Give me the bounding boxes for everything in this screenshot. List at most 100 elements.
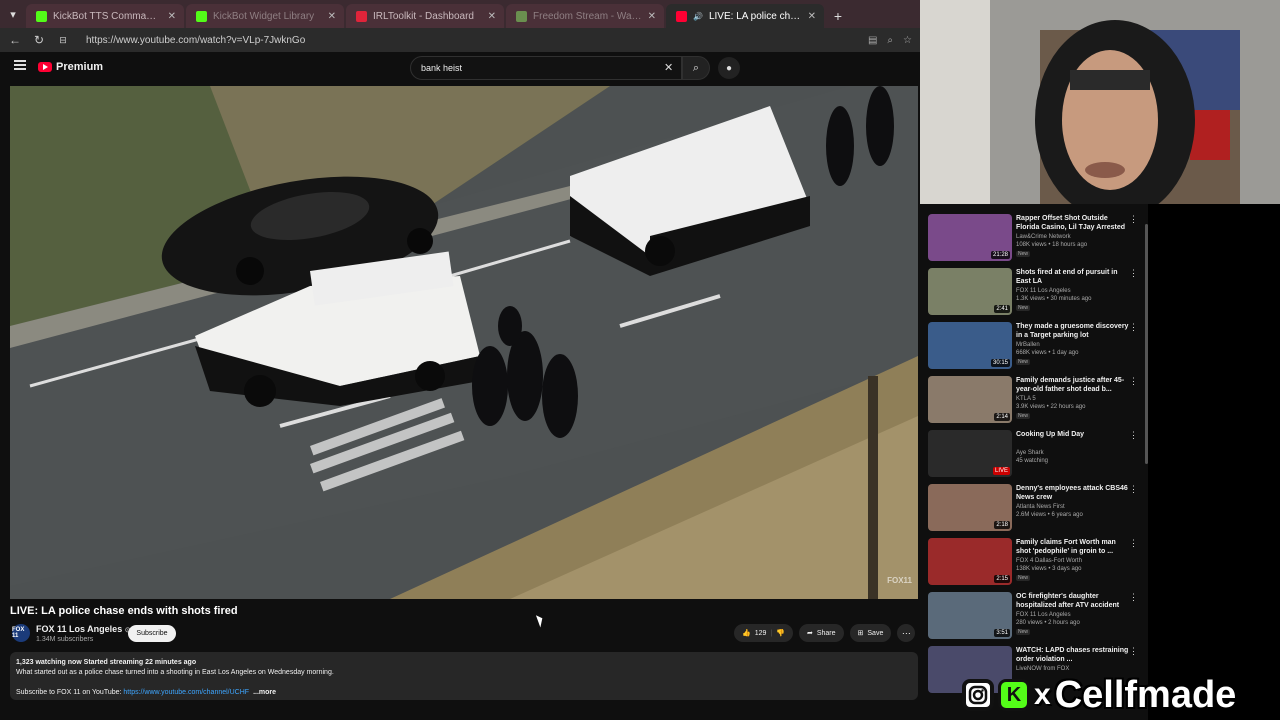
tab-close-icon[interactable]: ✕ — [488, 11, 496, 22]
tab-close-icon[interactable]: ✕ — [328, 11, 336, 22]
recommendation-item[interactable]: 30:15 They made a gruesome discovery in a… — [928, 322, 1142, 374]
youtube-play-icon — [38, 62, 52, 72]
channel-name[interactable]: FOX 11 Los Angeles ⊙ — [36, 624, 131, 634]
tab-close-icon[interactable]: ✕ — [168, 11, 176, 22]
streamer-handle: Cellfmade — [1054, 673, 1237, 716]
item-menu-icon[interactable]: ⋮ — [1129, 268, 1138, 279]
tab-label: Freedom Stream - Watch Live — [533, 10, 642, 22]
tab-favicon-icon — [356, 10, 367, 22]
item-menu-icon[interactable]: ⋮ — [1129, 376, 1138, 387]
reader-icon[interactable]: ▤ — [868, 35, 877, 46]
logo-label: Premium — [56, 61, 104, 73]
item-menu-icon[interactable]: ⋮ — [1129, 592, 1138, 603]
recommendation-item[interactable]: 2:18 Denny's employees attack CBS46 News … — [928, 484, 1142, 536]
speaker-icon[interactable]: 🔊 — [693, 12, 703, 21]
address-bar-icons: ▤ ⌕ ☆ — [868, 35, 912, 46]
video-thumbnail[interactable]: LIVE — [928, 430, 1012, 477]
item-menu-icon[interactable]: ⋮ — [1129, 484, 1138, 495]
tab-close-icon[interactable]: ✕ — [808, 11, 816, 22]
recommendation-item[interactable]: 2:14 Family demands justice after 45-year… — [928, 376, 1142, 428]
new-tab-icon[interactable]: + — [826, 4, 850, 28]
item-menu-icon[interactable]: ⋮ — [1129, 646, 1138, 657]
video-title-text[interactable]: They made a gruesome discovery in a Targ… — [1016, 322, 1130, 340]
channel-link[interactable]: https://www.youtube.com/channel/UCHF — [123, 689, 249, 696]
video-thumbnail[interactable]: 30:15 — [928, 322, 1012, 369]
clear-search-icon[interactable]: ✕ — [664, 61, 673, 74]
browser-tab[interactable]: KickBot Widget Library ✕ — [186, 4, 344, 28]
tab-list-menu-icon[interactable]: ▾ — [0, 0, 26, 28]
video-thumbnail[interactable]: 2:18 — [928, 484, 1012, 531]
video-thumbnail[interactable]: 3:51 — [928, 592, 1012, 639]
video-title-text[interactable]: Denny's employees attack CBS46 News crew — [1016, 484, 1130, 502]
video-thumbnail[interactable]: 2:14 — [928, 376, 1012, 423]
menu-icon[interactable] — [14, 60, 26, 70]
more-link[interactable]: ...more — [253, 689, 276, 696]
recommendation-item[interactable]: 3:51 OC firefighter's daughter hospitaliz… — [928, 592, 1142, 644]
channel-name-text: KTLA 5 — [1016, 396, 1036, 402]
browser-tab[interactable]: KickBot TTS Commands ✕ — [26, 4, 184, 28]
video-meta-text: 45 watching — [1016, 458, 1049, 464]
subscriber-count: 1.34M subscribers — [36, 636, 94, 643]
back-icon[interactable]: ← — [8, 33, 22, 47]
description-box[interactable]: 1,323 watching now Started streaming 22 … — [10, 652, 918, 700]
video-title-text[interactable]: Family claims Fort Worth man shot 'pedop… — [1016, 538, 1130, 556]
new-badge: New — [1016, 413, 1031, 419]
mouse-cursor-icon — [535, 613, 546, 628]
save-button[interactable]: ⊞ Save — [849, 624, 892, 642]
share-icon: ➦ — [806, 630, 813, 637]
fox11-watermark: FOX11 — [887, 576, 912, 585]
video-title-text[interactable]: Rapper Offset Shot Outside Florida Casin… — [1016, 214, 1130, 232]
tab-close-icon[interactable]: ✕ — [648, 11, 656, 22]
item-menu-icon[interactable]: ⋮ — [1129, 430, 1138, 441]
video-duration: 2:41 — [994, 305, 1010, 313]
more-actions-icon[interactable]: ⋯ — [897, 624, 916, 642]
site-info-icon[interactable]: ⊟ — [56, 35, 70, 46]
video-player[interactable]: FOX11 — [10, 86, 918, 599]
url-field[interactable]: https://www.youtube.com/watch?v=VLp-7Jwk… — [86, 35, 858, 46]
video-title-text[interactable]: Shots fired at end of pursuit in East LA — [1016, 268, 1130, 286]
description-line-2: Subscribe to FOX 11 on YouTube: https://… — [16, 688, 912, 698]
search-input[interactable]: bank heist — [410, 56, 682, 80]
thumbs-down-icon[interactable]: 👎 — [776, 629, 785, 637]
thumbs-up-icon: 👍 — [742, 630, 751, 637]
browser-tab[interactable]: IRLToolkit - Dashboard ✕ — [346, 4, 504, 28]
bookmark-icon[interactable]: ☆ — [903, 35, 912, 46]
recommendation-item[interactable]: 21:28 Rapper Offset Shot Outside Florida … — [928, 214, 1142, 266]
channel-avatar[interactable]: FOX 11 — [12, 624, 30, 642]
video-title-text[interactable]: Cooking Up Mid Day — [1016, 430, 1130, 439]
view-stats: 1,323 watching now Started streaming 22 … — [16, 659, 197, 666]
video-thumbnail[interactable]: 2:41 — [928, 268, 1012, 315]
video-meta-text: 668K views • 1 day ago — [1016, 350, 1079, 356]
channel-name-text: FOX 4 Dallas-Fort Worth — [1016, 558, 1082, 564]
video-thumbnail[interactable]: 21:28 — [928, 214, 1012, 261]
channel-name-text: FOX 11 Los Angeles — [1016, 288, 1071, 294]
video-title-text[interactable]: Family demands justice after 45-year-old… — [1016, 376, 1130, 394]
video-title-text[interactable]: WATCH: LAPD chases restraining order vio… — [1016, 646, 1130, 664]
like-button[interactable]: 👍 129 | 👎 — [734, 624, 793, 642]
subscribe-button[interactable]: Subscribe — [128, 625, 176, 642]
item-menu-icon[interactable]: ⋮ — [1129, 538, 1138, 549]
recommendation-item[interactable]: 2:15 Family claims Fort Worth man shot 'p… — [928, 538, 1142, 590]
voice-search-button[interactable]: ● — [718, 57, 740, 79]
browser-tab[interactable]: 🔊 LIVE: LA police chase ends with ✕ — [666, 4, 824, 28]
video-thumbnail[interactable]: 2:15 — [928, 538, 1012, 585]
webcam-feed — [920, 0, 1280, 204]
recommendation-item[interactable]: LIVE Cooking Up Mid Day Aye Shark 45 watchi… — [928, 430, 1142, 482]
recommendation-item[interactable]: 2:41 Shots fired at end of pursuit in Eas… — [928, 268, 1142, 320]
video-title-text[interactable]: OC firefighter's daughter hospitalized a… — [1016, 592, 1130, 610]
channel-name-text: Aye Shark — [1016, 450, 1044, 456]
search-icon: ⌕ — [692, 61, 700, 74]
tab-label: KickBot TTS Commands — [53, 10, 162, 22]
browser-tab[interactable]: Freedom Stream - Watch Live ✕ — [506, 4, 664, 28]
item-menu-icon[interactable]: ⋮ — [1129, 322, 1138, 333]
search-button[interactable]: ⌕ — [682, 56, 710, 80]
youtube-logo[interactable]: Premium — [38, 61, 103, 73]
item-menu-icon[interactable]: ⋮ — [1129, 214, 1138, 225]
streamer-overlay: K x Cellfmade — [962, 672, 1236, 718]
share-button[interactable]: ➦ Share — [798, 624, 844, 642]
zoom-icon[interactable]: ⌕ — [887, 35, 893, 46]
description-subscribe-text: Subscribe to FOX 11 on YouTube: — [16, 689, 124, 696]
reload-icon[interactable]: ↻ — [32, 33, 46, 47]
tab-favicon-icon — [36, 10, 47, 22]
tab-label: IRLToolkit - Dashboard — [373, 10, 474, 22]
